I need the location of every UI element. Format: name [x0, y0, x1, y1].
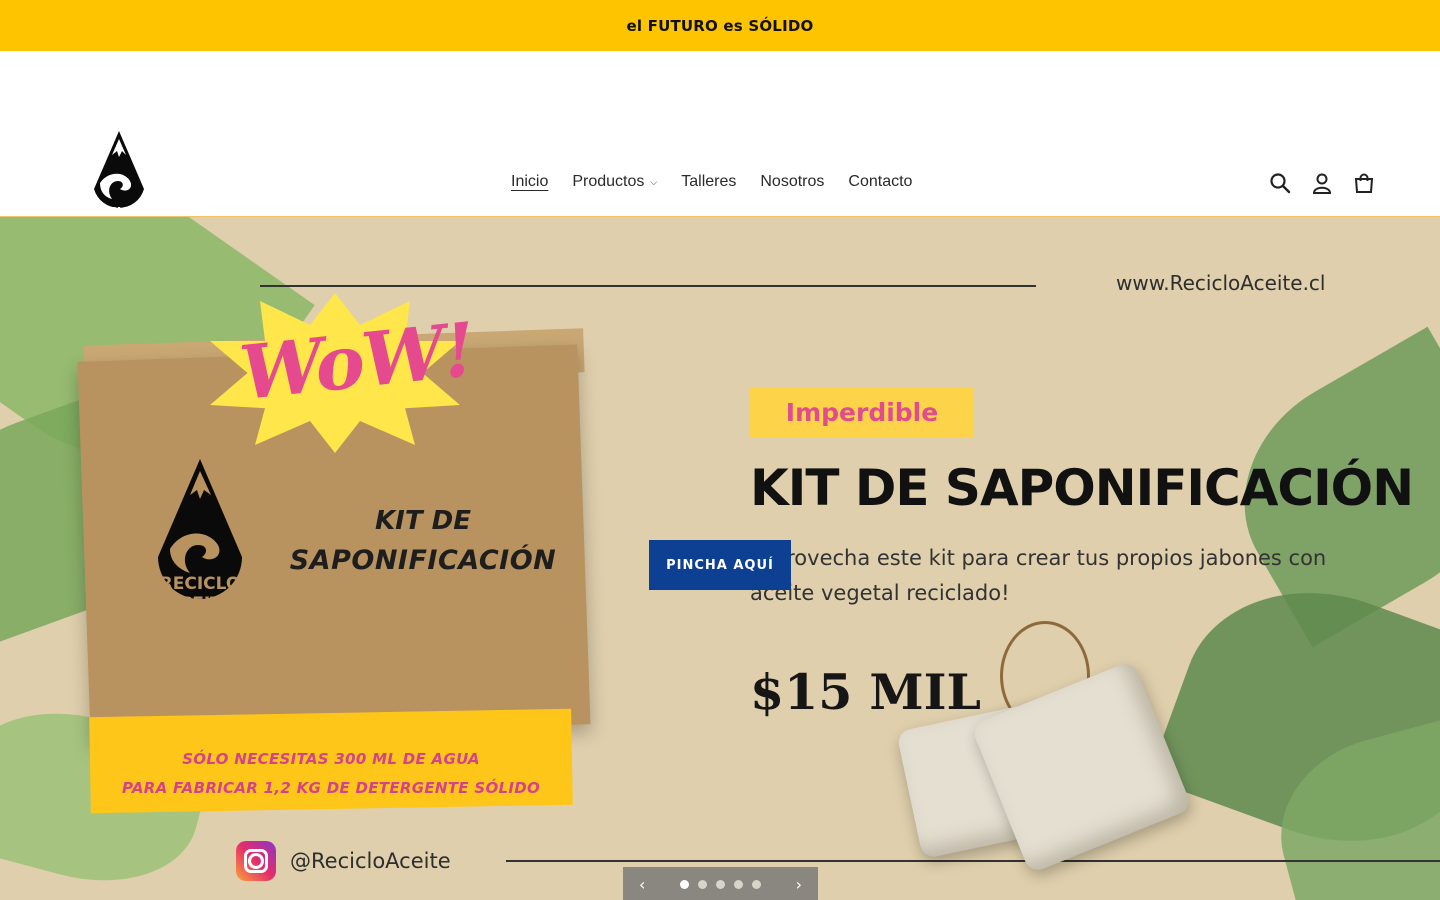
- nav-inicio[interactable]: Inicio: [511, 173, 548, 191]
- hero-title: KIT DE SAPONIFICACIÓN: [750, 459, 1414, 517]
- chevron-right-icon[interactable]: ›: [796, 875, 802, 894]
- box-kit-line2: SAPONIFICACIÓN: [289, 545, 557, 576]
- main-nav: Inicio Productos ⌵ Talleres Nosotros Cont…: [511, 173, 936, 191]
- nav-nosotros[interactable]: Nosotros: [760, 173, 824, 191]
- slider-controls: ‹ ›: [623, 867, 818, 900]
- slider-dot-3[interactable]: [716, 879, 725, 889]
- header-actions: [1268, 171, 1376, 195]
- chevron-left-icon[interactable]: ‹: [639, 875, 645, 894]
- nav-contacto[interactable]: Contacto: [848, 173, 912, 191]
- cart-icon[interactable]: [1352, 171, 1376, 195]
- slider-dots: [680, 879, 761, 889]
- box-logo-line2: ACEITE: [167, 594, 234, 614]
- info-strip-line1: SÓLO NECESITAS 300 ML DE AGUA: [182, 750, 480, 768]
- nav-talleres[interactable]: Talleres: [681, 173, 736, 191]
- imperdible-badge: Imperdible: [750, 387, 974, 438]
- box-logo-line1: RECICLO: [160, 574, 241, 594]
- nav-productos[interactable]: Productos ⌵: [572, 173, 657, 191]
- info-strip-line2: PARA FABRICAR 1,2 KG DE DETERGENTE SÓLID…: [121, 779, 541, 797]
- box-kit-line1: KIT DE: [375, 506, 471, 536]
- account-icon[interactable]: [1310, 171, 1334, 195]
- instagram-icon[interactable]: [236, 841, 276, 881]
- pincha-aqui-button[interactable]: PINCHA AQUÍ: [649, 540, 791, 590]
- box-logo-icon: RECICLO ACEITE: [158, 459, 242, 614]
- site-header: RECICLO ACEITE Inicio Productos⌵ Tallere…: [0, 51, 1440, 230]
- instagram-handle[interactable]: @RecicloAceite: [290, 849, 451, 873]
- nav-productos-label: Productos: [572, 173, 645, 190]
- info-strip-text: SÓLO NECESITAS 300 ML DE AGUA PARA FABRI…: [100, 745, 562, 803]
- announcement-text: el FUTURO es SÓLIDO: [626, 16, 814, 35]
- slider-dot-5[interactable]: [752, 879, 761, 889]
- chevron-down-icon: ⌵: [650, 176, 658, 187]
- box-kit-label: KIT DE SAPONIFICACIÓN: [278, 501, 568, 581]
- site-url: www.RecicloAceite.cl: [1116, 271, 1326, 295]
- divider-line: [506, 860, 1440, 862]
- imperdible-label: Imperdible: [785, 398, 939, 427]
- announcement-bar: el FUTURO es SÓLIDO: [0, 0, 1440, 51]
- search-icon[interactable]: [1268, 171, 1292, 195]
- hero-price: $15 MIL: [750, 663, 981, 721]
- slider-dot-1[interactable]: [680, 879, 689, 889]
- hero-description: ¡Aprovecha este kit para crear tus propi…: [750, 546, 1327, 605]
- hero-slideshow: www.RecicloAceite.cl WoW! RECICLO ACEITE…: [0, 217, 1440, 900]
- divider-line: [260, 285, 1036, 287]
- slider-dot-4[interactable]: [734, 879, 743, 889]
- slider-dot-2[interactable]: [698, 879, 707, 889]
